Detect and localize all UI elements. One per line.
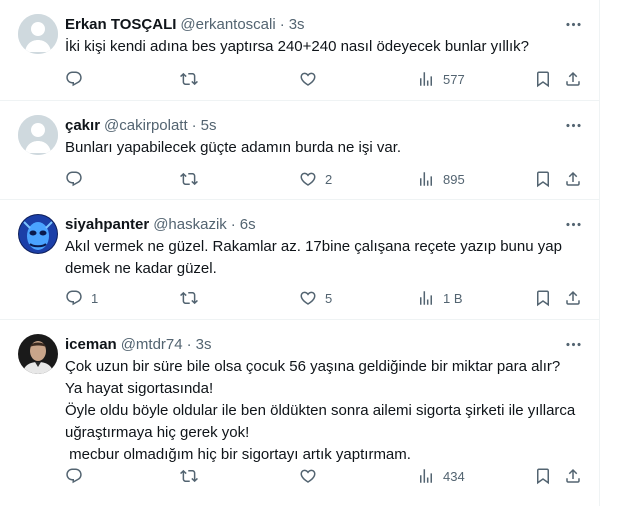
share-icon [564,170,582,188]
reply-button[interactable] [65,465,91,487]
reply-button[interactable] [65,168,91,190]
share-button[interactable] [564,287,582,309]
share-icon [564,289,582,307]
views-button[interactable]: 577 [417,68,465,90]
reply-count: 1 [91,290,99,306]
reply-button[interactable]: 1 [65,287,98,309]
more-options-icon[interactable] [562,214,584,234]
reply-icon [65,70,83,88]
reply-icon [65,467,83,485]
views-button[interactable]: 434 [417,465,465,487]
author-name[interactable]: siyahpanter [65,216,149,233]
author-name[interactable]: iceman [65,336,117,353]
like-count: 5 [325,290,333,306]
heart-icon [299,70,317,88]
default-avatar-icon[interactable] [18,115,58,155]
retweet-icon [180,289,198,307]
share-icon [564,70,582,88]
like-button[interactable]: 2 [299,168,332,190]
author-handle[interactable]: @haskazik [153,216,227,233]
more-options-icon[interactable] [562,115,584,135]
retweet-button[interactable] [180,68,206,90]
author-name[interactable]: çakır [65,117,100,134]
author-handle[interactable]: @cakirpolatt [104,117,188,134]
view-count: 577 [443,71,465,87]
man-photo-avatar[interactable] [18,334,58,374]
bookmark-icon [534,289,552,307]
bar-chart-icon [417,170,435,188]
reply-icon [65,170,83,188]
tweet-header: Erkan TOSÇALI @erkantoscali · 3s [65,14,305,34]
retweet-icon [180,70,198,88]
bookmark-icon [534,70,552,88]
bookmark-icon [534,170,552,188]
tweet[interactable]: çakır @cakirpolatt · 5s Bunları yapabile… [0,101,600,200]
bookmark-button[interactable] [534,168,552,190]
tweet-time[interactable]: 3s [196,336,212,353]
like-button[interactable] [299,465,325,487]
reply-icon [65,289,83,307]
share-button[interactable] [564,68,582,90]
tweet-actions: 577 [65,68,585,90]
bookmark-icon [534,467,552,485]
bookmark-button[interactable] [534,287,552,309]
bar-chart-icon [417,289,435,307]
more-options-icon[interactable] [562,14,584,34]
tweet-time[interactable]: 5s [201,117,217,134]
tweet-actions: 1 5 1 B [65,287,585,309]
separator-dot: · [230,215,236,233]
more-options-icon[interactable] [562,334,584,354]
tweet-text: İki kişi kendi adına bes yaptırsa 240+24… [65,38,530,55]
like-button[interactable] [299,68,325,90]
bookmark-button[interactable] [534,68,552,90]
view-count: 1 B [443,290,463,306]
like-count: 2 [325,171,333,187]
bar-chart-icon [417,70,435,88]
share-button[interactable] [564,465,582,487]
share-icon [564,467,582,485]
blue-mask-avatar[interactable] [18,214,58,254]
separator-dot: · [186,335,192,353]
tweet-header: iceman @mtdr74 · 3s [65,334,211,354]
heart-icon [299,467,317,485]
retweet-button[interactable] [180,287,206,309]
bar-chart-icon [417,467,435,485]
heart-icon [299,170,317,188]
default-avatar-icon[interactable] [18,14,58,54]
separator-dot: · [279,15,285,33]
tweet-text: Akıl vermek ne güzel. Rakamlar az. 17bin… [65,238,567,277]
views-button[interactable]: 1 B [417,287,463,309]
like-button[interactable]: 5 [299,287,332,309]
share-button[interactable] [564,168,582,190]
separator-dot: · [191,116,197,134]
reply-button[interactable] [65,68,91,90]
tweet-header: çakır @cakirpolatt · 5s [65,115,216,135]
retweet-button[interactable] [180,168,206,190]
retweet-button[interactable] [180,465,206,487]
view-count: 434 [443,468,465,484]
tweet[interactable]: Erkan TOSÇALI @erkantoscali · 3s İki kiş… [0,0,600,101]
tweet-time[interactable]: 6s [240,216,256,233]
author-handle[interactable]: @mtdr74 [121,336,183,353]
heart-icon [299,289,317,307]
tweet-text: Bunları yapabilecek güçte adamın burda n… [65,139,402,156]
tweet-time[interactable]: 3s [289,16,305,33]
retweet-icon [180,467,198,485]
tweet-text: Çok uzun bir süre bile olsa çocuk 56 yaş… [65,358,576,463]
view-count: 895 [443,171,465,187]
author-handle[interactable]: @erkantoscali [180,16,275,33]
retweet-icon [180,170,198,188]
tweet[interactable]: siyahpanter @haskazik · 6s Akıl vermek n… [0,200,600,320]
tweet-actions: 2 895 [65,168,585,190]
tweet-feed: Erkan TOSÇALI @erkantoscali · 3s İki kiş… [0,0,600,506]
views-button[interactable]: 895 [417,168,465,190]
tweet[interactable]: iceman @mtdr74 · 3s Çok uzun bir süre bi… [0,320,600,506]
tweet-actions: 434 [65,465,585,487]
bookmark-button[interactable] [534,465,552,487]
tweet-header: siyahpanter @haskazik · 6s [65,214,256,234]
author-name[interactable]: Erkan TOSÇALI [65,16,176,33]
